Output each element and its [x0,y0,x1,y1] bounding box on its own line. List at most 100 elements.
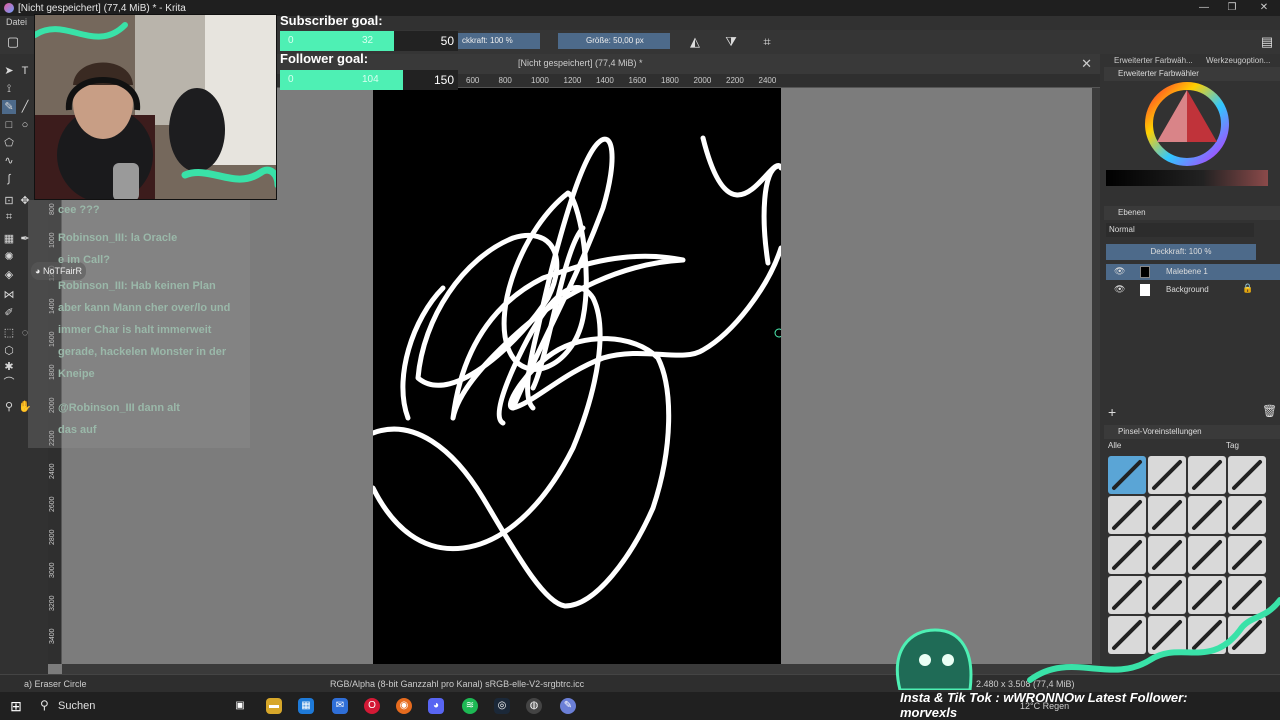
line-tool-icon[interactable]: ╱ [18,100,32,114]
steam-icon[interactable]: ◎ [494,698,510,714]
brush-preset[interactable] [1108,536,1146,574]
fill-tool-icon[interactable]: ◈ [2,268,16,282]
close-document-icon[interactable]: ✕ [1081,56,1092,72]
taskbar-search[interactable]: ⚲ Suchen [32,692,222,720]
layers-panel-header: Ebenen [1104,206,1280,220]
freehand-brush-icon[interactable]: ✎ [2,100,16,114]
layer-row-background[interactable]: 👁 Background 🔒 [1106,282,1280,298]
task-view-icon[interactable]: ▣ [232,698,248,714]
lock-icon[interactable]: 🔒 [1242,283,1253,294]
bezier-tool-icon[interactable]: ∿ [2,154,16,168]
brush-stroke-preview [1232,460,1262,490]
color-profile: RGB/Alpha (8-bit Ganzzahl pro Kanal) sRG… [330,679,585,689]
brush-preset[interactable] [1228,496,1266,534]
brush-preset[interactable] [1188,536,1226,574]
transform-tool-icon[interactable]: ⊡ [2,194,16,208]
ruler-tick-label: 1400 [596,76,614,85]
rectangle-tool-icon[interactable]: □ [2,118,16,132]
edit-shapes-icon[interactable]: ⟟ [2,82,16,96]
file-explorer-icon[interactable]: ▬ [266,698,282,714]
assistant-tool-icon[interactable]: ⋈ [2,288,16,302]
windows-start-icon[interactable]: ⊞ [8,698,24,714]
rect-select-icon[interactable]: ⬚ [2,326,16,340]
discord-icon[interactable]: ◕ [428,698,444,714]
brush-preset[interactable] [1228,536,1266,574]
brush-stroke-preview [1192,540,1222,570]
ruler-tick-label: 2000 [693,76,712,85]
text-tool-icon[interactable]: T [18,64,32,78]
brush-preset[interactable] [1148,456,1186,494]
brush-strokes [373,135,781,609]
mirror-vertical-icon[interactable]: ⧩ [722,33,740,51]
webcam-overlay [34,14,277,200]
color-history-strip[interactable] [1106,170,1268,186]
follower-start: 0 [288,74,294,85]
wrap-around-icon[interactable]: ⌗ [758,33,776,51]
ellipse-tool-icon[interactable]: ○ [18,118,32,132]
ruler-tick-label: 600 [466,76,480,85]
blend-mode-select[interactable]: Normal [1106,223,1254,237]
brush-stroke-preview [1192,460,1222,490]
brush-filter-select[interactable]: Alle [1108,441,1208,450]
chat-line: Kneipe [58,368,95,380]
search-icon: ⚲ [40,698,49,712]
opera-icon[interactable]: O [364,698,380,714]
color-panel-title: Erweiterter Farbwähler [1118,69,1199,78]
zoom-tool-icon[interactable]: ⚲ [2,400,16,414]
select-shapes-icon[interactable]: ➤ [2,64,16,78]
chat-line: immer Char is halt immerweit [58,324,212,336]
layer-thumbnail [1140,284,1150,296]
mail-icon[interactable]: ✉ [332,698,348,714]
polygon-tool-icon[interactable]: ⬠ [2,136,16,150]
restore-button[interactable]: ❐ [1216,0,1248,16]
layer-opacity-slider[interactable]: Deckkraft: 100 % [1106,244,1256,260]
subscriber-goal-bar: 0 32 50 [280,31,458,51]
chat-username: NoTFairR [42,266,82,276]
chat-line: das auf [58,424,97,436]
brush-panel-header: Pinsel-Voreinstellungen [1104,425,1280,439]
search-label: Suchen [58,700,96,712]
contiguous-select-icon[interactable]: ✱ [2,360,16,374]
vertical-scrollbar[interactable] [1092,88,1100,664]
obs-icon[interactable]: ◍ [526,698,542,714]
subscriber-goal-fill [280,31,394,51]
mirror-horizontal-icon[interactable]: ◭ [686,33,704,51]
krita-taskbar-icon[interactable]: ✎ [560,698,576,714]
delete-layer-icon[interactable]: 🗑 [1262,404,1277,418]
brush-preset[interactable] [1188,456,1226,494]
new-document-icon[interactable]: ▢ [4,33,22,51]
firefox-icon[interactable]: ◉ [396,698,412,714]
follower-goal-title: Follower goal: [280,51,369,66]
size-slider[interactable]: Größe: 50,00 px [558,33,670,49]
bezier-select-icon[interactable]: ⌒ [2,376,16,390]
brush-preset[interactable] [1188,496,1226,534]
layer-name: Malebene 1 [1166,267,1208,276]
polygon-select-icon[interactable]: ⬡ [2,344,16,358]
brush-preset[interactable] [1228,456,1266,494]
color-wheel[interactable] [1140,80,1236,170]
layer-visibility-icon[interactable]: 👁 [1114,266,1125,277]
menu-file[interactable]: Datei [6,17,27,27]
freehand-path-icon[interactable]: ∫ [2,172,16,186]
drawing-canvas[interactable] [373,88,781,664]
reference-tool-icon[interactable]: ✐ [2,306,16,320]
brush-preset[interactable] [1108,496,1146,534]
smart-patch-icon[interactable]: ✺ [2,250,16,264]
store-icon[interactable]: ▦ [298,698,314,714]
add-layer-icon[interactable]: + [1108,404,1116,420]
crop-tool-icon[interactable]: ⌗ [2,210,16,224]
layer-visibility-icon[interactable]: 👁 [1114,284,1125,295]
close-window-button[interactable]: ✕ [1248,0,1280,16]
gradient-tool-icon[interactable]: ▦ [2,232,16,246]
layer-row-malebene[interactable]: 👁 Malebene 1 [1106,264,1280,280]
brush-preset[interactable] [1148,536,1186,574]
brush-stroke-preview [1152,460,1182,490]
opacity-slider[interactable]: ckkraft: 100 % [458,33,540,49]
brush-preset[interactable] [1148,496,1186,534]
brush-preset[interactable] [1108,456,1146,494]
ruler-tick-label: 1600 [628,76,647,85]
spotify-icon[interactable]: ≋ [462,698,478,714]
subscriber-current: 32 [362,35,374,46]
brush-tag-select[interactable]: Tag [1226,441,1239,450]
workspace-icon[interactable]: ▤ [1258,33,1276,51]
